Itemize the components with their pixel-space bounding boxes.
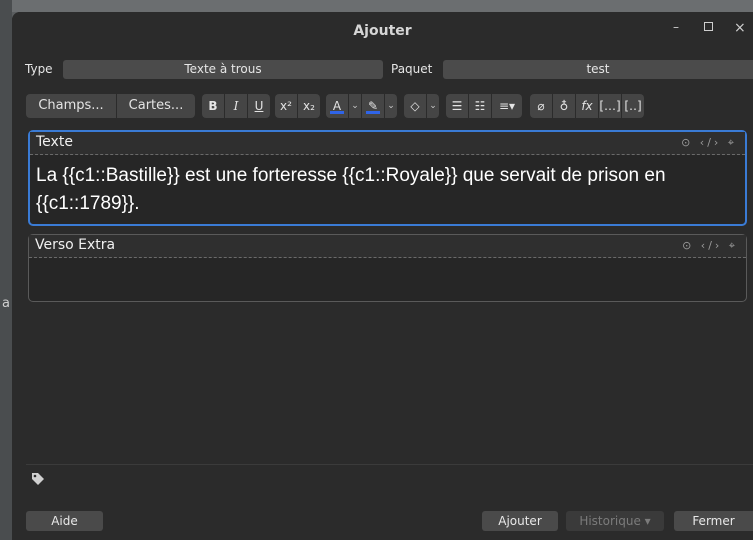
field-header: Texte ⊙ ‹/› ⌖ xyxy=(30,132,745,155)
maximize-icon[interactable] xyxy=(704,22,713,31)
add-note-window: Ajouter – × Type Texte à trous Paquet te… xyxy=(12,12,753,540)
text-color-chevron-down-icon[interactable]: ⌄ xyxy=(349,94,361,118)
fields-button[interactable]: Champs... xyxy=(26,94,116,118)
cards-button[interactable]: Cartes... xyxy=(117,94,195,118)
microphone-icon[interactable]: ♁ xyxy=(553,94,575,118)
window-title: Ajouter xyxy=(353,23,412,39)
subscript-icon[interactable]: x₂ xyxy=(298,94,320,118)
text-color-icon[interactable]: A xyxy=(326,94,348,118)
close-icon[interactable]: × xyxy=(734,20,746,36)
close-button[interactable]: Fermer xyxy=(674,511,753,531)
field-label: Verso Extra xyxy=(35,237,116,253)
field-label: Texte xyxy=(36,134,73,150)
background-desktop-top xyxy=(0,0,753,12)
eraser-icon[interactable]: ◇ xyxy=(404,94,426,118)
history-button[interactable]: Historique ▾ xyxy=(566,511,664,531)
underline-icon[interactable]: U xyxy=(248,94,270,118)
highlight-color-bar xyxy=(366,111,380,114)
note-type-label: Type xyxy=(25,62,53,76)
note-type-button[interactable]: Texte à trous xyxy=(63,60,383,79)
deck-button[interactable]: test xyxy=(443,60,753,79)
italic-icon[interactable]: I xyxy=(225,94,247,118)
formula-icon[interactable]: fx xyxy=(576,94,598,118)
background-text-fragment: a xyxy=(2,296,10,311)
tag-icon[interactable] xyxy=(31,472,45,486)
tags-divider xyxy=(26,464,753,465)
numbered-list-icon[interactable]: ☷ xyxy=(469,94,491,118)
help-button[interactable]: Aide xyxy=(26,511,103,531)
align-dropdown-icon[interactable]: ≡▾ xyxy=(492,94,522,118)
bullet-list-icon[interactable]: ☰ xyxy=(446,94,468,118)
field-header: Verso Extra ⊙ ‹/› ⌖ xyxy=(29,235,746,258)
superscript-icon[interactable]: x² xyxy=(275,94,297,118)
eraser-chevron-down-icon[interactable]: ⌄ xyxy=(427,94,439,118)
title-bar: Ajouter – × xyxy=(12,12,753,48)
bold-icon[interactable]: B xyxy=(202,94,224,118)
text-color-bar xyxy=(330,111,344,114)
field-back-extra[interactable]: Verso Extra ⊙ ‹/› ⌖ xyxy=(28,234,747,302)
field-options-icons[interactable]: ⊙ ‹/› ⌖ xyxy=(681,136,737,150)
note-type-deck-row: Type Texte à trous Paquet test xyxy=(12,60,753,80)
add-button[interactable]: Ajouter xyxy=(482,511,558,531)
field-options-icons[interactable]: ⊙ ‹/› ⌖ xyxy=(682,239,738,253)
attachment-icon[interactable]: ⌀ xyxy=(530,94,552,118)
cloze-same-icon[interactable]: [‥] xyxy=(622,94,644,118)
cloze-icon[interactable]: […] xyxy=(599,94,621,118)
highlight-chevron-down-icon[interactable]: ⌄ xyxy=(385,94,397,118)
field-editor[interactable]: La {{c1::Bastille}} est une forteresse {… xyxy=(36,162,735,218)
field-text[interactable]: Texte ⊙ ‹/› ⌖ La {{c1::Bastille}} est un… xyxy=(28,130,747,226)
minimize-icon[interactable]: – xyxy=(673,20,679,34)
background-desktop-left xyxy=(0,0,12,540)
highlight-color-icon[interactable]: ✎ xyxy=(362,94,384,118)
deck-label: Paquet xyxy=(391,62,433,76)
